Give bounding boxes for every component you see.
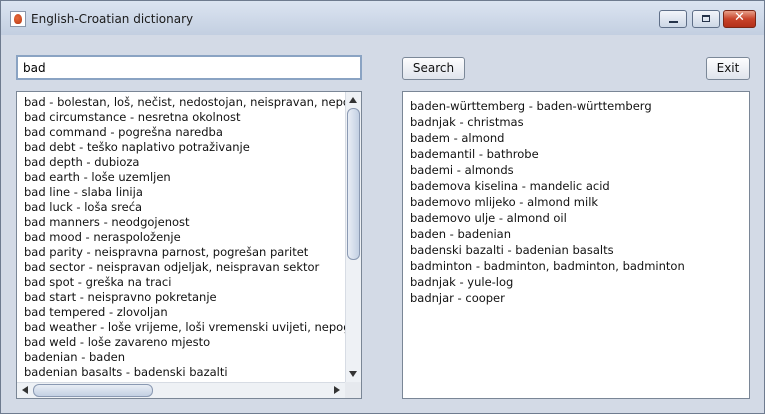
suggestion-item[interactable]: bad - bolestan, loš, nečist, nedostojan,… — [24, 95, 346, 110]
result-item: bademi - almonds — [410, 163, 514, 177]
close-button[interactable]: ✕ — [723, 10, 756, 28]
scroll-left-arrow-icon[interactable] — [22, 386, 28, 394]
suggestions-list-box[interactable]: bad - bolestan, loš, nečist, nedostojan,… — [16, 91, 362, 399]
suggestion-item[interactable]: bad manners - neodgojenost — [24, 215, 346, 230]
scroll-corner — [345, 382, 361, 398]
result-item: badnjar - cooper — [410, 291, 505, 305]
suggestion-item[interactable]: badenian basalts - badenski bazalti — [24, 365, 346, 380]
suggestion-item[interactable]: bad sector - neispravan odjeljak, neispr… — [24, 260, 346, 275]
horizontal-scrollbar[interactable] — [17, 382, 345, 398]
close-icon: ✕ — [734, 10, 745, 25]
results-list: baden-württemberg - baden-württemberg bad… — [410, 98, 685, 306]
result-item: badem - almond — [410, 131, 505, 145]
suggestion-item[interactable]: bad weather - loše vrijeme, loši vremens… — [24, 320, 346, 335]
result-item: badnjak - christmas — [410, 115, 524, 129]
main-panel: Search Exit bad - bolestan, loš, nečist,… — [1, 35, 764, 413]
suggestion-item[interactable]: bad earth - loše uzemljen — [24, 170, 346, 185]
suggestion-item[interactable]: bad circumstance - nesretna okolnost — [24, 110, 346, 125]
result-item: bademovo ulje - almond oil — [410, 211, 567, 225]
java-cup-icon — [10, 11, 26, 27]
result-item: bademovo mlijeko - almond milk — [410, 195, 599, 209]
exit-button[interactable]: Exit — [706, 57, 750, 80]
result-item: badenski bazalti - badenian basalts — [410, 243, 614, 257]
suggestion-item[interactable]: bad weld - loše zavareno mjesto — [24, 335, 346, 350]
scroll-up-arrow-icon[interactable] — [349, 97, 357, 103]
vertical-scrollbar[interactable] — [345, 92, 361, 382]
horizontal-scroll-thumb[interactable] — [33, 384, 153, 397]
app-window: English-Croatian dictionary ✕ Search Exi… — [0, 0, 765, 414]
result-item: bademantil - bathrobe — [410, 147, 539, 161]
window-title: English-Croatian dictionary — [31, 12, 194, 26]
suggestion-item[interactable]: bad start - neispravno pokretanje — [24, 290, 346, 305]
suggestion-item[interactable]: bad debt - teško naplativo potraživanje — [24, 140, 346, 155]
suggestion-item[interactable]: badenian - baden — [24, 350, 346, 365]
search-input[interactable] — [16, 55, 362, 80]
suggestion-item[interactable]: bad line - slaba linija — [24, 185, 346, 200]
suggestion-item[interactable]: bad parity - neispravna parnost, pogreša… — [24, 245, 346, 260]
result-item: baden-württemberg - baden-württemberg — [410, 99, 652, 113]
scroll-right-arrow-icon[interactable] — [334, 386, 340, 394]
result-item: baden - badenian — [410, 227, 512, 241]
search-button[interactable]: Search — [402, 57, 465, 80]
scroll-down-arrow-icon[interactable] — [349, 371, 357, 377]
vertical-scroll-thumb[interactable] — [347, 108, 360, 260]
suggestion-item[interactable]: bad mood - neraspoloženje — [24, 230, 346, 245]
result-item: badnjak - yule-log — [410, 275, 514, 289]
maximize-button[interactable] — [692, 10, 720, 28]
results-panel: baden-württemberg - baden-württemberg bad… — [402, 91, 750, 399]
suggestion-item[interactable]: bad tempered - zlovoljan — [24, 305, 346, 320]
suggestions-list: bad - bolestan, loš, nečist, nedostojan,… — [24, 95, 346, 381]
result-item: bademova kiselina - mandelic acid — [410, 179, 610, 193]
title-bar[interactable]: English-Croatian dictionary ✕ — [1, 1, 764, 35]
result-item: badminton - badminton, badminton, badmin… — [410, 259, 685, 273]
suggestion-item[interactable]: bad luck - loša sreća — [24, 200, 346, 215]
suggestion-item[interactable]: bad spot - greška na traci — [24, 275, 346, 290]
minimize-button[interactable] — [659, 10, 687, 28]
suggestion-item[interactable]: bad command - pogrešna naredba — [24, 125, 346, 140]
suggestion-item[interactable]: bad depth - dubioza — [24, 155, 346, 170]
